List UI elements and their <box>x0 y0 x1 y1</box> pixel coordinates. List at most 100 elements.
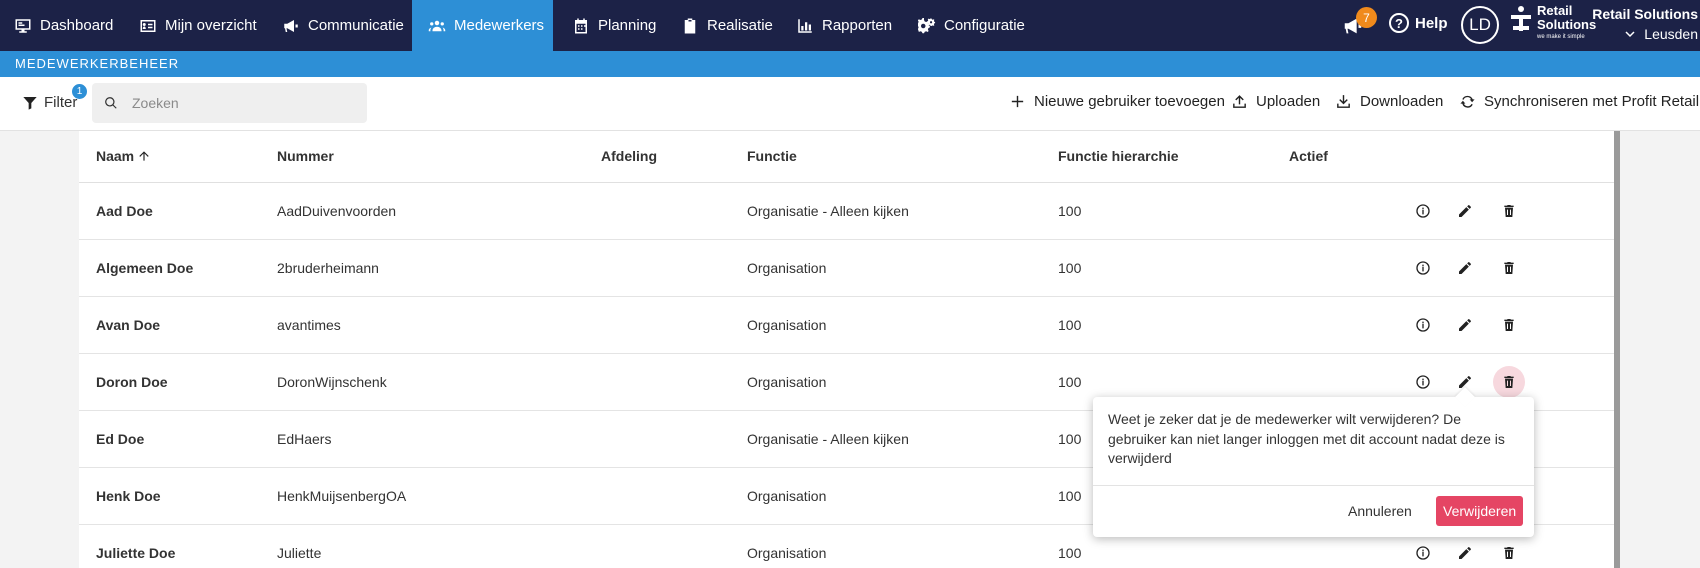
cell-function: Organisation <box>747 488 827 504</box>
plus-icon <box>1011 95 1024 108</box>
edit-button[interactable] <box>1449 252 1481 284</box>
top-navigation: Dashboard Mijn overzicht Communicatie Me… <box>0 0 1700 51</box>
download-label: Downloaden <box>1360 93 1444 110</box>
column-header-functie-hierarchie[interactable]: Functie hierarchie <box>1058 148 1179 164</box>
filter-count-badge: 1 <box>72 84 87 99</box>
users-icon <box>428 20 446 31</box>
upload-icon <box>1233 95 1246 108</box>
gears-icon <box>918 17 936 33</box>
pencil-icon <box>1459 547 1471 559</box>
column-header-afdeling[interactable]: Afdeling <box>601 148 657 164</box>
cell-number: AadDuivenvoorden <box>277 203 397 219</box>
nav-item-communicatie[interactable]: Communicatie <box>282 0 404 51</box>
confirm-delete-button[interactable]: Verwijderen <box>1436 496 1524 526</box>
info-icon <box>1416 318 1430 332</box>
info-button[interactable] <box>1407 537 1439 568</box>
nav-item-label: Rapporten <box>822 17 893 34</box>
nav-item-medewerkers[interactable]: Medewerkers <box>412 0 553 51</box>
announcements-button[interactable]: 7 <box>1340 7 1377 41</box>
cell-function: Organisatie - Alleen kijken <box>747 431 909 447</box>
chevron-down-icon <box>1625 31 1635 38</box>
cell-hierarchy: 100 <box>1058 545 1082 561</box>
cell-function: Organisatie - Alleen kijken <box>747 203 909 219</box>
divider <box>1093 485 1534 486</box>
edit-button[interactable] <box>1449 309 1481 341</box>
column-header-actief[interactable]: Actief <box>1289 148 1328 164</box>
nav-item-label: Communicatie <box>308 17 404 34</box>
upload-button[interactable]: Uploaden <box>1231 93 1320 110</box>
add-user-label: Nieuwe gebruiker toevoegen <box>1034 93 1225 110</box>
search-input[interactable] <box>132 95 332 111</box>
logo-mark-icon <box>1511 6 1531 42</box>
cell-name: Ed Doe <box>96 431 145 447</box>
column-header-label: Naam <box>96 148 135 164</box>
section-title: MEDEWERKERBEHEER <box>0 51 1700 77</box>
edit-button[interactable] <box>1449 195 1481 227</box>
cell-number: Juliette <box>277 545 322 561</box>
info-icon <box>1416 546 1430 560</box>
table-row[interactable]: Algemeen Doe 2bruderheimann Organisation 10… <box>79 240 1616 297</box>
filter-button[interactable]: Filter 1 <box>22 84 87 111</box>
cell-number: DoronWijnschenk <box>277 374 387 390</box>
add-user-button[interactable]: Nieuwe gebruiker toevoegen <box>1009 93 1225 110</box>
nav-item-planning[interactable]: Planning <box>572 0 656 51</box>
cell-hierarchy: 100 <box>1058 260 1082 276</box>
toolbar: Filter 1 Nieuwe gebruiker toevoegen Uplo… <box>0 77 1700 131</box>
cell-hierarchy: 100 <box>1058 488 1082 504</box>
nav-item-label: Medewerkers <box>454 17 545 34</box>
delete-button[interactable] <box>1493 195 1525 227</box>
id-card-icon <box>140 19 156 32</box>
column-header-functie[interactable]: Functie <box>747 148 797 164</box>
info-button[interactable] <box>1407 309 1439 341</box>
table-row[interactable]: Aad Doe AadDuivenvoorden Organisatie - All… <box>79 183 1616 240</box>
download-button[interactable]: Downloaden <box>1335 93 1443 110</box>
delete-button[interactable] <box>1493 366 1525 398</box>
question-circle-icon: ? <box>1389 13 1409 33</box>
edit-button[interactable] <box>1449 537 1481 568</box>
cancel-button[interactable]: Annuleren <box>1342 496 1418 526</box>
delete-button[interactable] <box>1493 252 1525 284</box>
cell-function: Organisation <box>747 260 827 276</box>
info-button[interactable] <box>1407 366 1439 398</box>
info-button[interactable] <box>1407 195 1439 227</box>
info-icon <box>1416 375 1430 389</box>
column-header-naam[interactable]: Naam <box>96 148 151 164</box>
delete-button[interactable] <box>1493 537 1525 568</box>
cell-hierarchy: 100 <box>1058 431 1082 447</box>
table-row[interactable]: Avan Doe avantimes Organisation 100 <box>79 297 1616 354</box>
cell-name: Aad Doe <box>96 203 153 219</box>
logo-text-1: Retail <box>1537 3 1573 18</box>
nav-item-rapporten[interactable]: Rapporten <box>796 0 892 51</box>
help-button[interactable]: ? Help <box>1389 13 1448 33</box>
pencil-icon <box>1459 319 1471 331</box>
help-label: Help <box>1415 14 1448 32</box>
download-icon <box>1337 95 1350 108</box>
nav-item-label: Realisatie <box>707 17 773 34</box>
user-avatar[interactable]: LD <box>1461 6 1499 44</box>
nav-item-configuratie[interactable]: Configuratie <box>918 0 1025 51</box>
cell-number: 2bruderheimann <box>277 260 379 276</box>
nav-item-realisatie[interactable]: Realisatie <box>681 0 773 51</box>
cell-name: Henk Doe <box>96 488 161 504</box>
megaphone-icon <box>284 19 298 32</box>
table-scrollbar[interactable] <box>1614 131 1620 568</box>
cell-hierarchy: 100 <box>1058 317 1082 333</box>
trash-icon <box>1504 547 1514 559</box>
column-header-nummer[interactable]: Nummer <box>277 148 334 164</box>
filter-icon <box>23 96 37 110</box>
cell-number: EdHaers <box>277 431 332 447</box>
sync-button[interactable]: Synchroniseren met Profit Retail <box>1459 93 1699 110</box>
nav-item-label: Mijn overzicht <box>165 17 257 34</box>
info-button[interactable] <box>1407 252 1439 284</box>
cell-function: Organisation <box>747 374 827 390</box>
organization-selector[interactable]: Retail Solutions Leusden <box>1592 4 1698 44</box>
org-location: Leusden <box>1644 26 1698 42</box>
delete-button[interactable] <box>1493 309 1525 341</box>
nav-item-dashboard[interactable]: Dashboard <box>14 0 113 51</box>
logo-tagline: we make it simple <box>1537 34 1585 40</box>
arrow-up-icon <box>139 151 149 161</box>
cell-name: Avan Doe <box>96 317 161 333</box>
nav-item-mijn-overzicht[interactable]: Mijn overzicht <box>139 0 257 51</box>
retail-solutions-logo: Retail Solutions we make it simple <box>1511 3 1597 46</box>
logo-text-2: Solutions <box>1537 17 1597 32</box>
